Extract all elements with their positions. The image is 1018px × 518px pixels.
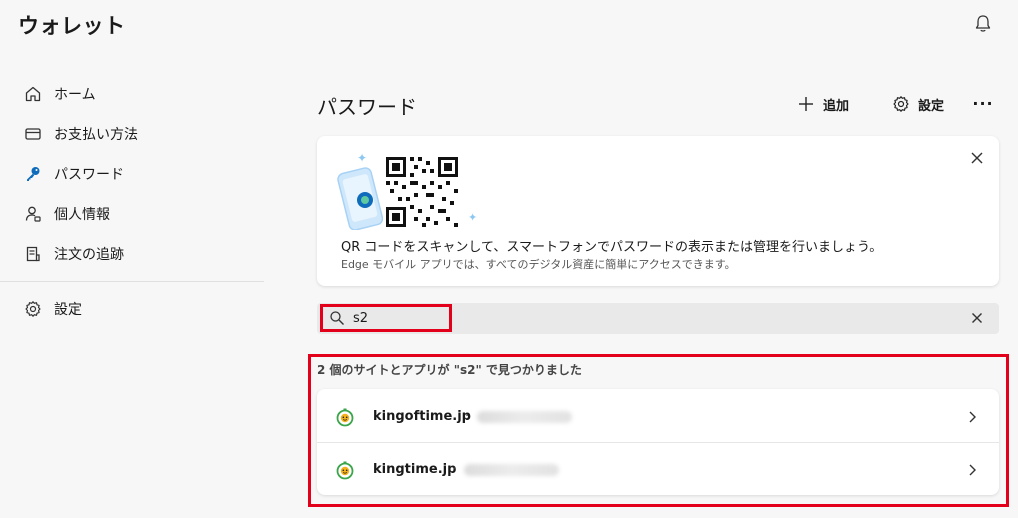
sidebar-divider <box>0 281 264 282</box>
list-item[interactable]: kingoftime.jp · <box>317 390 999 443</box>
sidebar-item-passwords[interactable]: パスワード <box>24 162 124 186</box>
credit-card-icon <box>25 128 41 140</box>
chevron-right-icon <box>969 464 976 475</box>
sidebar-item-label: 設定 <box>54 302 82 318</box>
plus-icon <box>799 97 813 111</box>
sidebar: ホーム お支払い方法 パスワード 個人情報 注文の追跡 設定 <box>0 0 265 518</box>
gear-icon <box>893 96 909 112</box>
separator-dot: · <box>465 409 470 424</box>
search-input[interactable] <box>353 309 443 327</box>
qr-phone-illustration: ✦ ✦ <box>337 151 477 230</box>
add-button[interactable]: 追加 <box>797 92 849 116</box>
qr-banner-text: QR コードをスキャンして、スマートフォンでパスワードの表示または管理を行いまし… <box>341 240 883 255</box>
bell-icon[interactable] <box>972 13 994 35</box>
sidebar-item-payment[interactable]: お支払い方法 <box>24 122 138 146</box>
sidebar-item-order-tracking[interactable]: 注文の追跡 <box>24 242 124 266</box>
sidebar-item-label: 注文の追跡 <box>54 247 124 263</box>
sidebar-item-settings[interactable]: 設定 <box>24 297 82 321</box>
close-icon[interactable] <box>968 149 986 167</box>
key-icon <box>27 167 40 181</box>
gear-icon <box>25 301 41 317</box>
username-redacted <box>477 410 572 423</box>
svg-text:✦: ✦ <box>468 211 477 224</box>
receipt-icon <box>26 246 40 262</box>
list-item[interactable]: kingtime.jp · <box>317 443 999 496</box>
sidebar-item-label: お支払い方法 <box>54 127 138 143</box>
site-name: kingoftime.jp <box>373 409 471 424</box>
sidebar-item-personal-info[interactable]: 個人情報 <box>24 202 110 226</box>
username-redacted <box>464 463 559 476</box>
search-icon <box>330 311 344 325</box>
clear-search-icon[interactable] <box>969 310 985 326</box>
svg-text:✦: ✦ <box>357 151 367 165</box>
sidebar-item-label: 個人情報 <box>54 207 110 223</box>
page-title: パスワード <box>317 95 417 119</box>
sidebar-item-label: ホーム <box>54 87 96 103</box>
separator-dot: · <box>452 462 457 477</box>
more-options-button[interactable]: ··· <box>972 92 994 114</box>
home-icon <box>25 86 41 102</box>
person-icon <box>25 206 41 222</box>
settings-button[interactable]: 設定 <box>892 92 944 116</box>
add-button-label: 追加 <box>823 98 850 114</box>
site-favicon-icon <box>336 408 354 426</box>
chevron-right-icon <box>969 411 976 422</box>
sidebar-item-label: パスワード <box>54 167 124 183</box>
site-name: kingtime.jp <box>373 462 457 477</box>
qr-banner-subtext: Edge モバイル アプリでは、すべてのデジタル資産に簡単にアクセスできます。 <box>341 258 736 271</box>
sidebar-item-home[interactable]: ホーム <box>24 82 96 106</box>
site-favicon-icon <box>336 461 354 479</box>
results-heading: 2 個のサイトとアプリが "s2" で見つかりました <box>317 363 582 377</box>
settings-button-label: 設定 <box>918 98 945 114</box>
